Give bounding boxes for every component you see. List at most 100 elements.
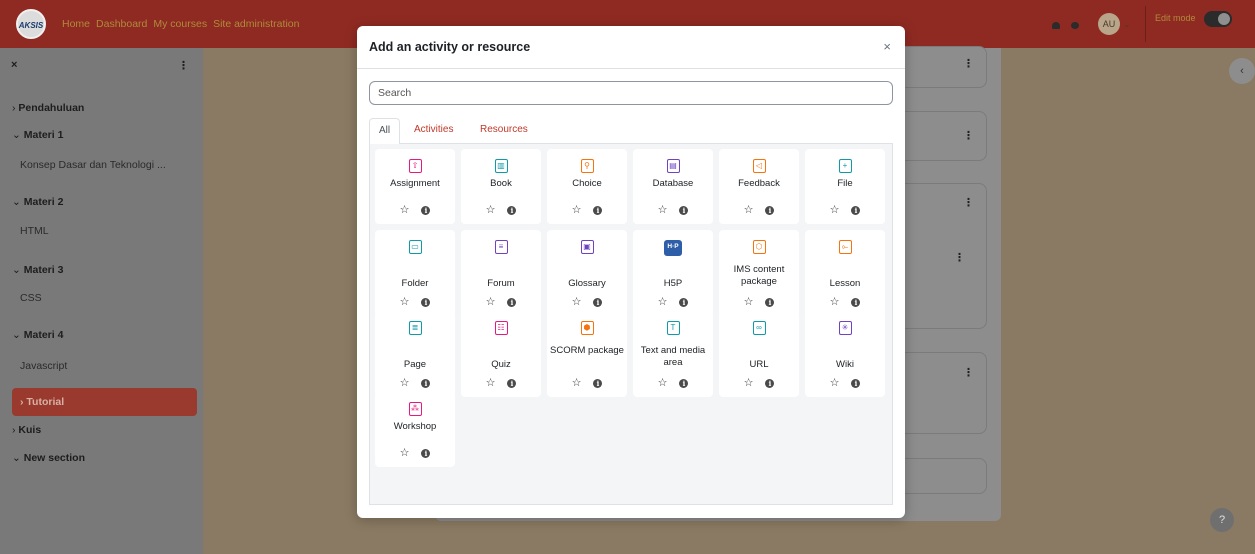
star-icon[interactable]: ☆ <box>400 297 410 308</box>
module-tile[interactable]: T Text and media area ☆ i <box>633 311 713 397</box>
info-icon[interactable]: i <box>593 297 603 307</box>
star-icon[interactable]: ☆ <box>486 297 496 308</box>
info-icon[interactable]: i <box>851 297 861 307</box>
sidebar-activity-link[interactable]: Konsep Dasar dan Teknologi ... <box>20 159 166 171</box>
sidebar-section-item[interactable]: › Pendahuluan <box>12 102 84 114</box>
info-icon[interactable]: i <box>593 378 603 388</box>
tab-all[interactable]: All <box>369 118 401 145</box>
sidebar-activity-link[interactable]: Javascript <box>20 360 67 372</box>
chevron-down-icon[interactable]: ⌄ <box>1123 19 1131 30</box>
kebab-menu-icon[interactable]: ⋮ <box>963 366 974 379</box>
info-icon[interactable]: i <box>507 205 517 215</box>
info-icon[interactable]: i <box>421 378 431 388</box>
star-icon[interactable]: ☆ <box>830 378 840 389</box>
module-tile[interactable]: ⇧ Assignment ☆ i <box>375 149 455 224</box>
nav-home-link[interactable]: Home <box>62 18 90 30</box>
search-input[interactable] <box>369 81 893 105</box>
star-icon[interactable]: ☆ <box>830 205 840 216</box>
open-block-drawer-button[interactable]: ‹ <box>1229 58 1255 84</box>
info-icon[interactable]: i <box>507 297 517 307</box>
info-icon[interactable]: i <box>421 448 431 458</box>
star-icon[interactable]: ☆ <box>744 297 754 308</box>
info-icon[interactable]: i <box>593 205 603 215</box>
module-tile[interactable]: ⚲ Choice ☆ i <box>547 149 627 224</box>
messages-icon[interactable] <box>1071 22 1079 29</box>
module-actions: ☆ i <box>461 297 541 308</box>
module-tile[interactable]: ⟜ Lesson ☆ i <box>805 230 885 316</box>
module-tile[interactable]: + File ☆ i <box>805 149 885 224</box>
choice-icon: ⚲ <box>547 159 627 175</box>
nav-site-administration-link[interactable]: Site administration <box>213 18 299 30</box>
nav-dashboard-link[interactable]: Dashboard <box>96 18 147 30</box>
kebab-menu-icon[interactable]: ⋮ <box>178 59 189 72</box>
info-icon[interactable]: i <box>679 297 689 307</box>
edit-mode-toggle[interactable] <box>1204 11 1232 27</box>
sidebar-section-item[interactable]: ⌄ Materi 1 <box>12 129 63 141</box>
info-icon[interactable]: i <box>851 378 861 388</box>
star-icon[interactable]: ☆ <box>400 205 410 216</box>
star-icon[interactable]: ☆ <box>830 297 840 308</box>
module-tile[interactable]: ✳ Wiki ☆ i <box>805 311 885 397</box>
info-icon[interactable]: i <box>421 205 431 215</box>
info-icon[interactable]: i <box>765 378 775 388</box>
module-tile[interactable]: ∞ URL ☆ i <box>719 311 799 397</box>
info-icon[interactable]: i <box>679 205 689 215</box>
star-icon[interactable]: ☆ <box>400 378 410 389</box>
nav-my-courses-link[interactable]: My courses <box>153 18 207 30</box>
module-tile[interactable]: ☷ Quiz ☆ i <box>461 311 541 397</box>
info-icon[interactable]: i <box>679 378 689 388</box>
module-tile[interactable]: H·P H5P ☆ i <box>633 230 713 316</box>
kebab-menu-icon[interactable]: ⋮ <box>963 129 974 142</box>
info-icon[interactable]: i <box>851 205 861 215</box>
user-avatar[interactable]: AU <box>1098 13 1120 35</box>
notification-bell-icon[interactable] <box>1052 22 1060 29</box>
info-icon[interactable]: i <box>765 205 775 215</box>
sidebar-section-item[interactable]: › Kuis <box>12 424 41 436</box>
star-icon[interactable]: ☆ <box>572 378 582 389</box>
module-tile[interactable]: ⬢ SCORM package ☆ i <box>547 311 627 397</box>
module-actions: ☆ i <box>719 297 799 308</box>
star-icon[interactable]: ☆ <box>658 205 668 216</box>
star-icon[interactable]: ☆ <box>486 378 496 389</box>
sidebar-section-item[interactable]: ⌄ Materi 2 <box>12 196 63 208</box>
star-icon[interactable]: ☆ <box>572 205 582 216</box>
kebab-menu-icon[interactable]: ⋮ <box>954 251 965 264</box>
chevron-right-icon: › <box>20 396 24 408</box>
module-tile[interactable]: ◁ Feedback ☆ i <box>719 149 799 224</box>
module-tile[interactable]: ⬡ IMS content package ☆ i <box>719 230 799 316</box>
module-tile[interactable]: ▥ Book ☆ i <box>461 149 541 224</box>
star-icon[interactable]: ☆ <box>572 297 582 308</box>
sidebar-item-active[interactable]: › Tutorial <box>12 388 197 416</box>
module-tile[interactable]: ⁂ Workshop ☆ i <box>375 392 455 467</box>
module-tile[interactable]: ▣ Glossary ☆ i <box>547 230 627 316</box>
star-icon[interactable]: ☆ <box>486 205 496 216</box>
sidebar-activity-link[interactable]: CSS <box>20 292 42 304</box>
info-icon[interactable]: i <box>507 378 517 388</box>
sidebar-section-item[interactable]: ⌄ Materi 4 <box>12 329 63 341</box>
star-icon[interactable]: ☆ <box>744 378 754 389</box>
star-icon[interactable]: ☆ <box>744 205 754 216</box>
star-icon[interactable]: ☆ <box>400 448 410 459</box>
kebab-menu-icon[interactable]: ⋮ <box>963 57 974 70</box>
tab-activities[interactable]: Activities <box>405 118 462 144</box>
help-button[interactable]: ? <box>1210 508 1234 532</box>
star-icon[interactable]: ☆ <box>658 297 668 308</box>
site-logo[interactable]: AKSIS <box>16 9 46 39</box>
module-tile[interactable]: ≡ Forum ☆ i <box>461 230 541 316</box>
sidebar-item-label: Materi 1 <box>23 129 64 141</box>
close-icon[interactable]: × <box>11 59 17 71</box>
close-icon[interactable]: × <box>883 39 891 54</box>
sidebar-section-item[interactable]: ⌄ New section <box>12 452 85 464</box>
info-icon[interactable]: i <box>421 297 431 307</box>
tab-resources[interactable]: Resources <box>471 118 537 144</box>
module-tile[interactable]: ▤ Database ☆ i <box>633 149 713 224</box>
sidebar-activity-link[interactable]: HTML <box>20 225 49 237</box>
folder-icon: ▭ <box>375 240 455 256</box>
info-icon[interactable]: i <box>765 297 775 307</box>
module-tile[interactable]: ≣ Page ☆ i <box>375 311 455 397</box>
module-tile[interactable]: ▭ Folder ☆ i <box>375 230 455 316</box>
kebab-menu-icon[interactable]: ⋮ <box>963 196 974 209</box>
star-icon[interactable]: ☆ <box>658 378 668 389</box>
sidebar-section-item[interactable]: ⌄ Materi 3 <box>12 264 63 276</box>
module-name: Book <box>490 178 512 189</box>
